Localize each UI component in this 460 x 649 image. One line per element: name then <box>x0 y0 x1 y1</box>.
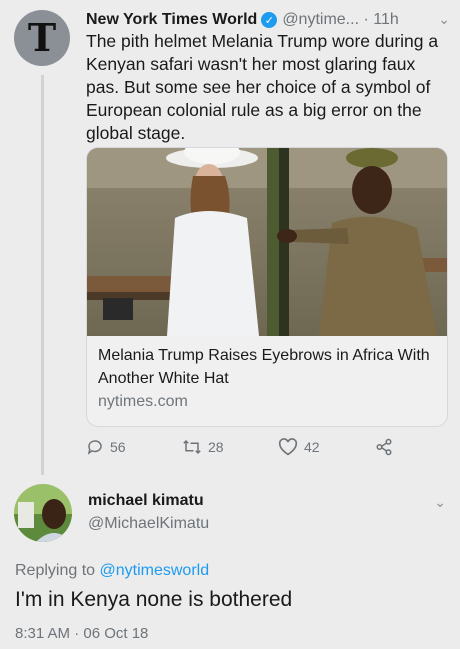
nyt-logo-icon[interactable]: T <box>14 10 70 66</box>
chevron-down-icon[interactable]: ⌄ <box>434 494 446 511</box>
chevron-down-icon[interactable]: ⌄ <box>438 11 450 28</box>
reply-author-handle[interactable]: @MichaelKimatu <box>88 515 209 533</box>
like-count: 42 <box>304 439 320 455</box>
reply-count: 56 <box>110 439 126 455</box>
replying-to: Replying to @nytimesworld <box>15 562 209 580</box>
card-domain[interactable]: nytimes.com <box>98 393 188 411</box>
reply-author-name[interactable]: michael kimatu <box>88 492 204 510</box>
tweet-time[interactable]: 11h <box>373 11 399 29</box>
tweet-actions: 56 28 42 <box>86 438 406 460</box>
verified-badge-icon: ✓ <box>261 12 278 28</box>
avatar[interactable] <box>14 484 72 542</box>
retweet-button[interactable]: 28 <box>182 438 224 456</box>
share-button[interactable] <box>374 438 400 456</box>
reply-timestamp[interactable]: 8:31 AM · 06 Oct 18 <box>15 625 148 642</box>
share-icon <box>376 438 392 456</box>
replying-prefix: Replying to <box>15 562 96 579</box>
reply-icon <box>87 440 102 455</box>
author-name[interactable]: New York Times World <box>86 11 257 29</box>
tweet-text: The pith helmet Melania Trump wore durin… <box>86 31 439 143</box>
reply-text: I'm in Kenya none is bothered <box>15 588 293 611</box>
thread-connector-line <box>41 75 44 475</box>
like-icon <box>278 438 298 456</box>
replying-to-link[interactable]: @nytimesworld <box>100 562 210 579</box>
card-title[interactable]: Melania Trump Raises Eyebrows in Africa … <box>98 344 438 390</box>
author-handle[interactable]: @nytime... <box>282 11 359 29</box>
reply-button[interactable]: 56 <box>86 438 126 456</box>
tweet-header: New York Times World ✓ @nytime... · 11h … <box>86 8 450 32</box>
card-image <box>87 148 447 336</box>
time-separator: · <box>359 11 374 28</box>
link-card[interactable]: Melania Trump Raises Eyebrows in Africa … <box>86 147 448 427</box>
retweet-count: 28 <box>208 439 224 455</box>
retweet-icon <box>183 439 201 455</box>
like-button[interactable]: 42 <box>278 438 320 456</box>
